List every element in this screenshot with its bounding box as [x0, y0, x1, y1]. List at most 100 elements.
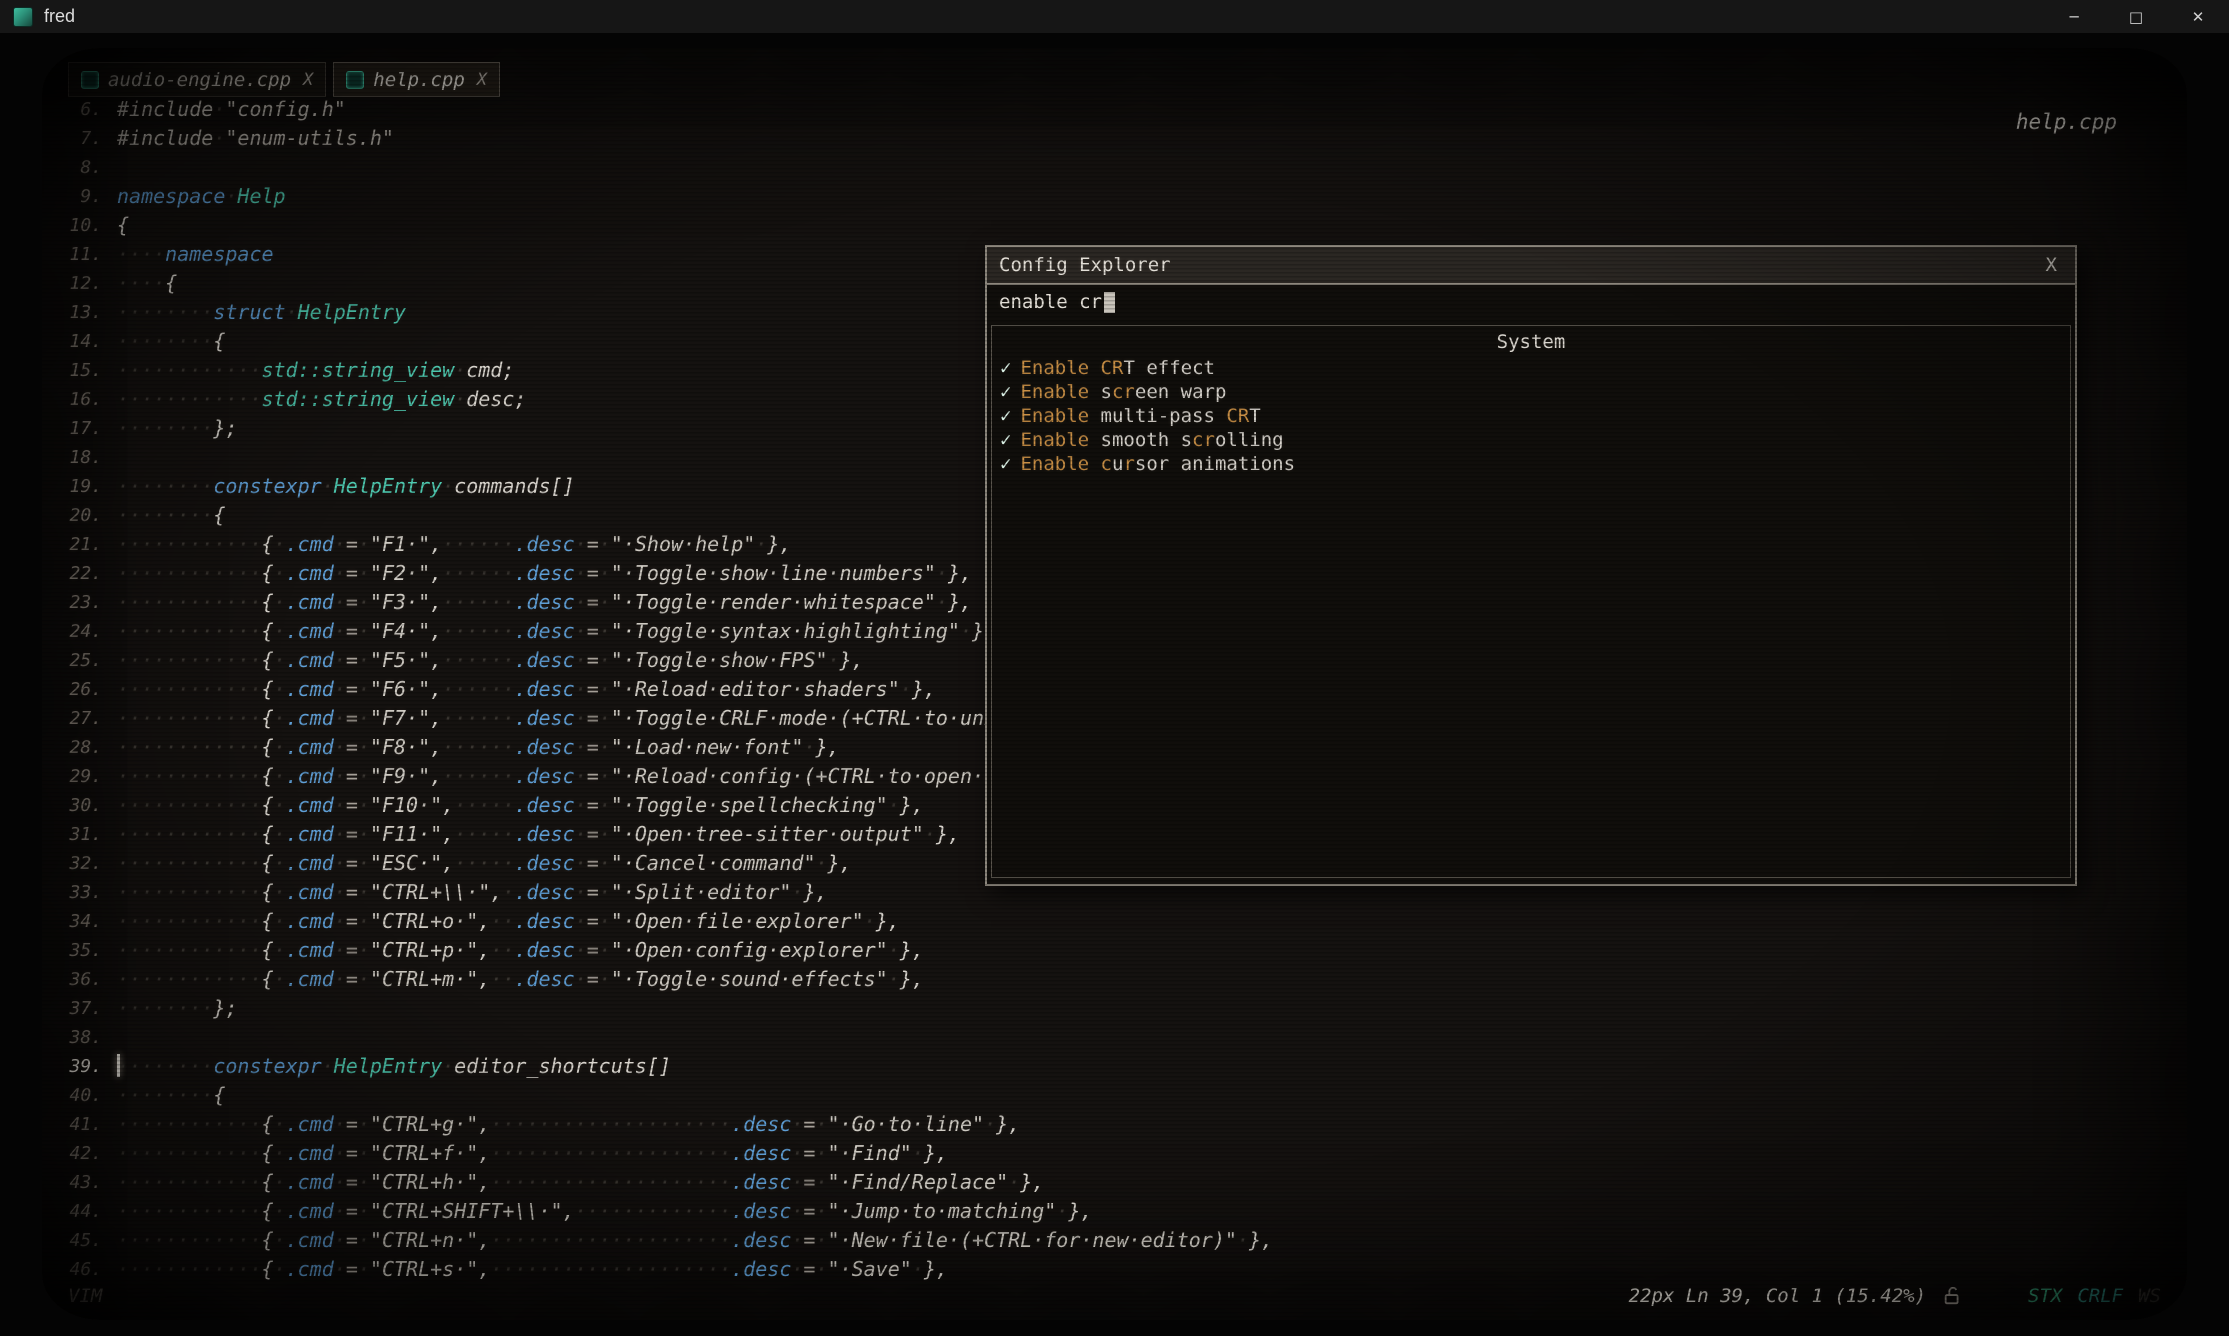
- mode-indicator: VIM: [68, 1285, 102, 1307]
- code-line[interactable]: 45.············{·.cmd·=·"CTRL+n·",······…: [42, 1226, 2187, 1255]
- code-token: namespace: [117, 184, 225, 208]
- checkbox-checked-icon[interactable]: ✓: [1000, 381, 1011, 403]
- code-line-content: {: [117, 211, 129, 240]
- code-line[interactable]: 42.············{·.cmd·=·"CTRL+f·",······…: [42, 1139, 2187, 1168]
- checkbox-checked-icon[interactable]: ✓: [1000, 453, 1011, 475]
- config-options-list: ✓Enable CRT effect✓Enable screen warp✓En…: [1000, 356, 2062, 476]
- tab-help.cpp[interactable]: help.cppX: [333, 62, 500, 97]
- code-token: ·: [888, 793, 900, 817]
- config-search-input[interactable]: enable cr: [987, 285, 2075, 319]
- code-token: "F10·": [370, 793, 442, 817]
- code-token: ·: [334, 938, 346, 962]
- close-button[interactable]: ✕: [2167, 0, 2229, 33]
- code-line[interactable]: 37.········};: [42, 994, 2187, 1023]
- code-line[interactable]: 43.············{·.cmd·=·"CTRL+h·",······…: [42, 1168, 2187, 1197]
- code-line[interactable]: 34.············{·.cmd·=·"CTRL+o·",··.des…: [42, 907, 2187, 936]
- code-token: ·: [502, 880, 514, 904]
- code-token: =: [587, 706, 599, 730]
- code-token: {: [262, 1112, 274, 1136]
- code-token: =: [587, 851, 599, 875]
- checkbox-checked-icon[interactable]: ✓: [1000, 357, 1011, 379]
- code-token: .cmd: [286, 1141, 334, 1165]
- checkbox-checked-icon[interactable]: ✓: [1000, 405, 1011, 427]
- code-line[interactable]: 36.············{·.cmd·=·"CTRL+m·",··.des…: [42, 965, 2187, 994]
- code-line-content: ····namespace: [117, 240, 274, 269]
- code-token: ·: [358, 1141, 370, 1165]
- code-token: ·: [575, 619, 587, 643]
- option-label-segment: [1089, 357, 1100, 379]
- code-token: ·: [274, 1112, 286, 1136]
- code-line[interactable]: 35.············{·.cmd·=·"CTRL+p·",··.des…: [42, 936, 2187, 965]
- config-option[interactable]: ✓Enable smooth scrolling: [1000, 428, 2062, 452]
- code-token: ·: [334, 793, 346, 817]
- code-token: "CTRL+f·": [370, 1141, 478, 1165]
- code-line-content: ············{·.cmd·=·"CTRL+o·",··.desc·=…: [117, 907, 900, 936]
- code-token: #include: [117, 97, 213, 121]
- code-token: ·: [984, 1112, 996, 1136]
- code-token: constexpr: [213, 1054, 321, 1078]
- code-token: "ESC·": [370, 851, 442, 875]
- code-token: =: [346, 938, 358, 962]
- line-number: 16.: [42, 385, 102, 414]
- code-line[interactable]: 39.········constexpr·HelpEntry·editor_sh…: [42, 1052, 2187, 1081]
- code-line[interactable]: 10.{: [42, 211, 2187, 240]
- minimize-button[interactable]: ─: [2043, 0, 2105, 33]
- config-option[interactable]: ✓Enable multi-pass CRT: [1000, 404, 2062, 428]
- code-token: #include: [117, 126, 213, 150]
- code-token: ,: [430, 706, 442, 730]
- code-token: .desc: [514, 793, 574, 817]
- line-number: 26.: [42, 675, 102, 704]
- dialog-close-button[interactable]: X: [2040, 254, 2063, 276]
- code-line[interactable]: 41.············{·.cmd·=·"CTRL+g·",······…: [42, 1110, 2187, 1139]
- code-token: =: [346, 1199, 358, 1223]
- checkbox-checked-icon[interactable]: ✓: [1000, 429, 1011, 451]
- code-token: ·: [575, 590, 587, 614]
- code-token: ·: [334, 648, 346, 672]
- code-token: ······: [442, 677, 514, 701]
- line-number: 39.: [42, 1052, 102, 1081]
- code-token: "F6·": [370, 677, 430, 701]
- code-token: ,: [430, 619, 442, 643]
- code-token: ·: [575, 967, 587, 991]
- config-option[interactable]: ✓Enable CRT effect: [1000, 356, 2062, 380]
- code-token: ·: [274, 851, 286, 875]
- code-token: ·: [274, 793, 286, 817]
- code-token: ·: [358, 822, 370, 846]
- code-token: =: [803, 1199, 815, 1223]
- tab-close-button[interactable]: X: [477, 70, 487, 90]
- code-line[interactable]: 8.: [42, 153, 2187, 182]
- code-token: "·Open·config·explorer": [611, 938, 888, 962]
- code-token: ············: [117, 677, 262, 701]
- code-token: =: [346, 735, 358, 759]
- config-option[interactable]: ✓Enable screen warp: [1000, 380, 2062, 404]
- code-token: =: [346, 764, 358, 788]
- line-number: 17.: [42, 414, 102, 443]
- code-token: ·: [960, 619, 972, 643]
- maximize-button[interactable]: □: [2105, 0, 2167, 33]
- code-token: ·: [454, 387, 466, 411]
- code-token: =: [587, 764, 599, 788]
- code-token: ·: [888, 967, 900, 991]
- code-token: ·: [575, 822, 587, 846]
- code-token: ·············: [575, 1199, 732, 1223]
- code-line[interactable]: 40.········{: [42, 1081, 2187, 1110]
- code-token: "CTRL+p·": [370, 938, 478, 962]
- code-token: .cmd: [286, 880, 334, 904]
- code-token: ······: [442, 561, 514, 585]
- code-line[interactable]: 38.: [42, 1023, 2187, 1052]
- screen-bezel: 6.#include·"config.h"7.#include·"enum-ut…: [0, 33, 2229, 1336]
- line-number: 22.: [42, 559, 102, 588]
- config-option[interactable]: ✓Enable cursor animations: [1000, 452, 2062, 476]
- tab-close-button[interactable]: X: [303, 70, 313, 90]
- option-label-segment: [1089, 453, 1100, 475]
- tab-audio-engine.cpp[interactable]: audio-engine.cppX: [68, 62, 326, 97]
- code-line[interactable]: 9.namespace·Help: [42, 182, 2187, 211]
- line-number: 30.: [42, 791, 102, 820]
- code-token: ·: [575, 706, 587, 730]
- window-title: fred: [44, 6, 75, 27]
- code-token: ·: [334, 706, 346, 730]
- code-line[interactable]: 44.············{·.cmd·=·"CTRL+SHIFT+\\·"…: [42, 1197, 2187, 1226]
- code-token: ,: [430, 764, 442, 788]
- code-line[interactable]: 6.#include·"config.h": [42, 95, 2187, 124]
- code-line[interactable]: 7.#include·"enum-utils.h": [42, 124, 2187, 153]
